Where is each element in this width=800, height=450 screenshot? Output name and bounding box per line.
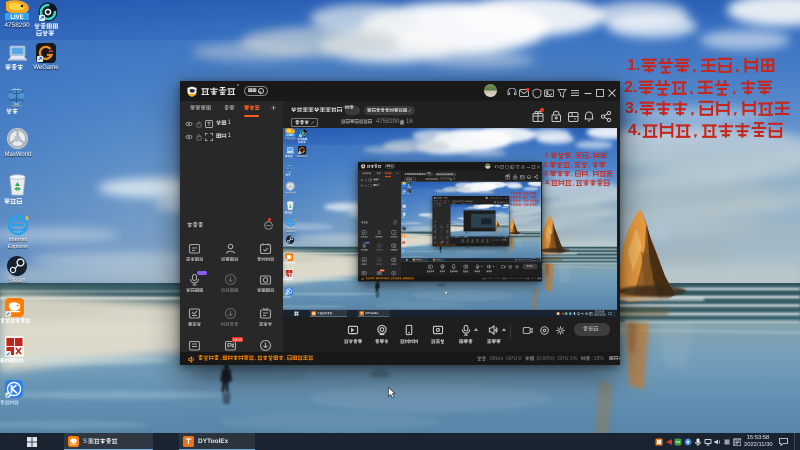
svg-text:LIVE: LIVE [10, 15, 23, 21]
